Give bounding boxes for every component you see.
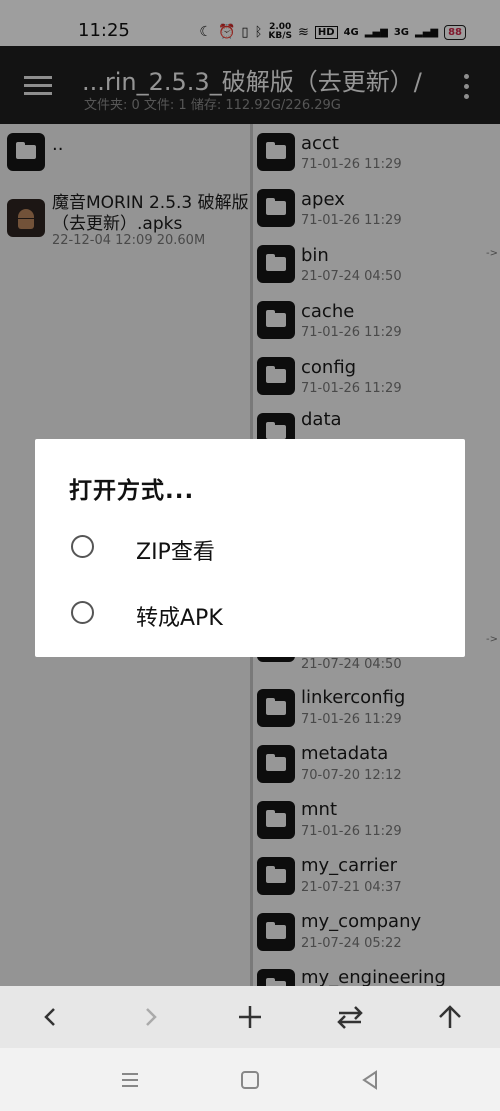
dialog-title: 打开方式... [69, 478, 195, 504]
option-zip-view[interactable]: ZIP查看 [35, 522, 465, 576]
option-convert-apk[interactable]: 转成APK [35, 588, 465, 642]
option-label: 转成APK [136, 606, 223, 631]
bottom-toolbar [0, 986, 500, 1048]
home-square-icon[interactable] [238, 1068, 262, 1092]
forward-arrow-icon[interactable] [133, 1000, 167, 1034]
back-arrow-icon[interactable] [34, 1000, 68, 1034]
radio-unchecked-icon[interactable] [71, 535, 94, 558]
up-arrow-icon[interactable] [433, 1000, 467, 1034]
option-label: ZIP查看 [136, 540, 215, 565]
open-with-dialog: 打开方式... ZIP查看 转成APK [35, 439, 465, 657]
system-nav-bar [0, 1048, 500, 1111]
back-triangle-icon[interactable] [358, 1068, 382, 1092]
swap-icon[interactable] [333, 1000, 367, 1034]
plus-icon[interactable] [233, 1000, 267, 1034]
radio-unchecked-icon[interactable] [71, 601, 94, 624]
recents-menu-icon[interactable] [118, 1068, 142, 1092]
